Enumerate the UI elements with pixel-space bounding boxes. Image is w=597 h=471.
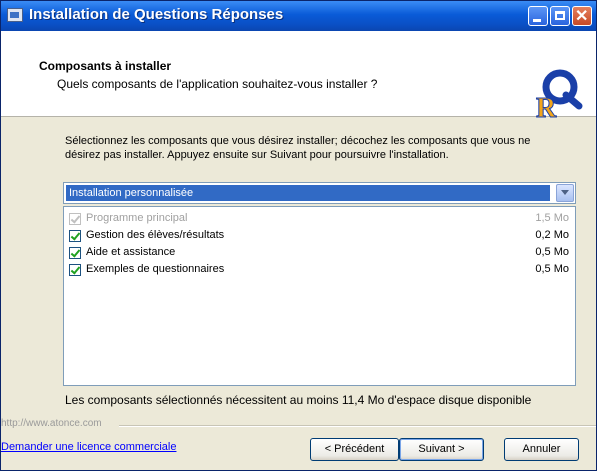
component-label: Exemples de questionnaires <box>86 263 225 275</box>
brand-url: http://www.atonce.com <box>1 418 102 429</box>
component-checkbox[interactable] <box>69 264 81 276</box>
installer-window: Installation de Questions Réponses ✕ Com… <box>0 0 597 471</box>
component-size: 0,5 Mo <box>535 246 569 258</box>
install-type-value: Installation personnalisée <box>66 185 550 201</box>
installer-app-icon <box>7 8 23 22</box>
component-label: Gestion des élèves/résultats <box>86 229 225 241</box>
page-subtitle: Quels composants de l'application souhai… <box>57 77 378 91</box>
component-size: 1,5 Mo <box>535 212 569 224</box>
maximize-icon <box>555 11 565 20</box>
component-label: Programme principal <box>86 212 188 224</box>
component-size: 0,5 Mo <box>535 263 569 275</box>
window-title: Installation de Questions Réponses <box>29 6 284 23</box>
next-button[interactable]: Suivant > <box>399 438 484 461</box>
components-list: Programme principal 1,5 Mo Gestion des é… <box>63 206 576 386</box>
title-bar[interactable]: Installation de Questions Réponses ✕ <box>1 1 596 31</box>
license-link[interactable]: Demander une licence commerciale <box>1 441 176 453</box>
component-row: Programme principal 1,5 Mo <box>66 211 571 227</box>
component-row[interactable]: Aide et assistance 0,5 Mo <box>66 245 571 261</box>
component-checkbox[interactable] <box>69 247 81 259</box>
minimize-button[interactable] <box>528 6 548 26</box>
previous-button[interactable]: < Précédent <box>310 438 399 461</box>
maximize-button[interactable] <box>550 6 570 26</box>
install-type-select[interactable]: Installation personnalisée <box>63 182 576 204</box>
cancel-button[interactable]: Annuler <box>504 438 579 461</box>
component-row[interactable]: Gestion des élèves/résultats 0,2 Mo <box>66 228 571 244</box>
minimize-icon <box>533 19 541 22</box>
component-checkbox <box>69 213 81 225</box>
instructions-text: Sélectionnez les composants que vous dés… <box>65 135 531 161</box>
wizard-header: Composants à installer Quels composants … <box>1 31 596 119</box>
dropdown-button[interactable] <box>556 184 574 202</box>
page-title: Composants à installer <box>39 59 172 73</box>
disk-space-requirement: Les composants sélectionnés nécessitent … <box>65 393 532 407</box>
close-button[interactable]: ✕ <box>572 6 592 26</box>
component-label: Aide et assistance <box>86 246 176 258</box>
component-row[interactable]: Exemples de questionnaires 0,5 Mo <box>66 262 571 278</box>
component-checkbox[interactable] <box>69 230 81 242</box>
svg-text:R: R <box>536 93 557 119</box>
chevron-down-icon <box>561 190 569 195</box>
qr-logo-icon: R <box>536 69 583 119</box>
separator <box>119 425 596 427</box>
close-icon: ✕ <box>575 8 589 25</box>
component-size: 0,2 Mo <box>535 229 569 241</box>
